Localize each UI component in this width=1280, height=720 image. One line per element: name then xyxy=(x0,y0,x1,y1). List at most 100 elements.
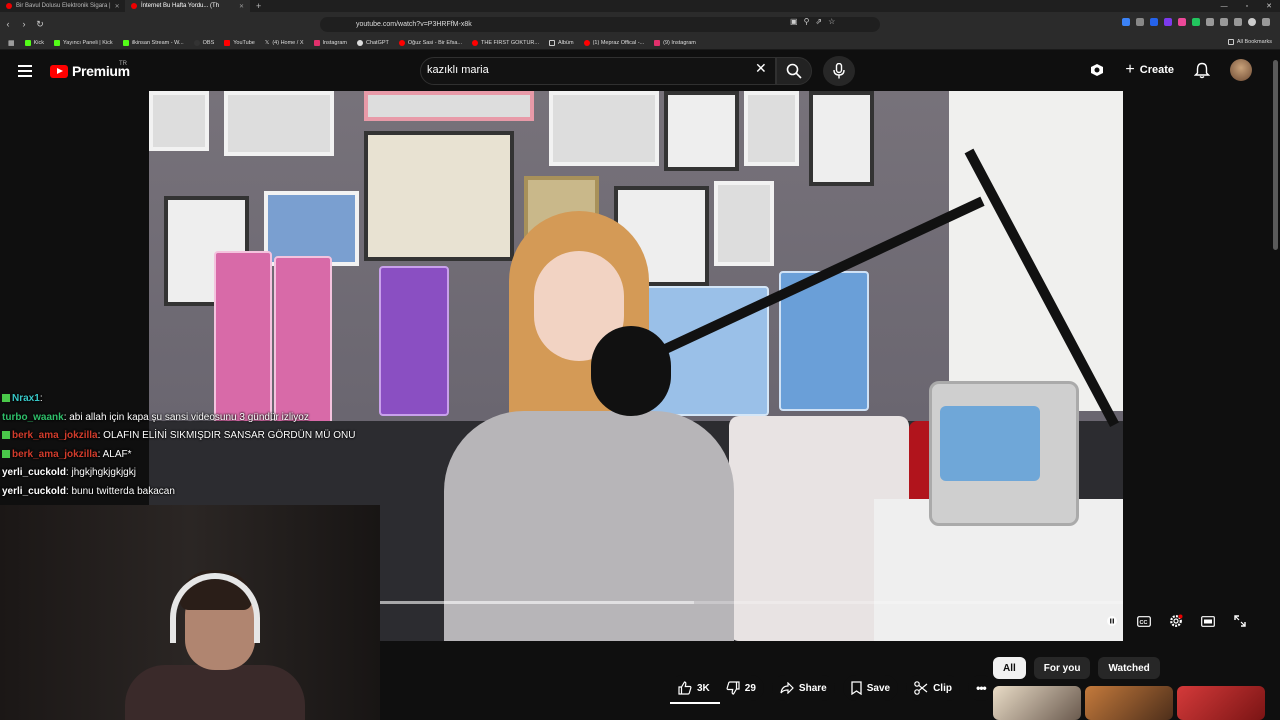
bookmark-folder[interactable]: Albüm xyxy=(548,39,574,46)
youtube-header: Premium TR ✕ + Create xyxy=(0,51,1280,91)
chip-for-you[interactable]: For you xyxy=(1033,657,1091,679)
bookmark-star-icon[interactable]: ☆ xyxy=(828,17,835,26)
bookmark-item[interactable]: ChatGPT xyxy=(356,39,389,46)
bookmark-item[interactable]: (9) Instagram xyxy=(654,39,696,46)
search-input[interactable] xyxy=(427,64,727,76)
chip-all[interactable]: All xyxy=(993,657,1026,679)
forward-icon[interactable]: › xyxy=(16,19,32,29)
video-thumbnail[interactable] xyxy=(993,686,1081,720)
chat-username: berk_ama_jokzilla xyxy=(12,448,98,460)
bookmark-item[interactable]: (1) Mepraz Offical -... xyxy=(583,39,644,46)
create-button[interactable]: + Create xyxy=(1125,61,1174,79)
reload-icon[interactable]: ↻ xyxy=(32,19,48,30)
settings-button[interactable] xyxy=(1169,614,1183,628)
extension-icon[interactable] xyxy=(1122,18,1130,26)
extension-icon[interactable] xyxy=(1178,18,1186,26)
extension-icon[interactable] xyxy=(1192,18,1200,26)
scissors-icon xyxy=(914,681,928,695)
all-bookmarks[interactable]: All Bookmarks xyxy=(1227,39,1272,45)
profile-icon[interactable] xyxy=(1248,18,1256,26)
more-actions-button[interactable]: ••• xyxy=(967,675,994,701)
browser-tab-active[interactable]: İnternet Bu Hafta Yordu... (Th ✕ xyxy=(125,0,250,12)
clip-button[interactable]: Clip xyxy=(906,675,960,701)
chat-text: abi allah için kapa şu sansi videosunu 3… xyxy=(69,411,309,423)
create-label: Create xyxy=(1139,64,1174,76)
region-code: TR xyxy=(119,61,127,67)
search-button[interactable] xyxy=(776,57,812,85)
menu-icon[interactable] xyxy=(1262,18,1270,26)
install-icon[interactable]: ▣ xyxy=(790,17,798,26)
close-tab-icon[interactable]: ✕ xyxy=(239,3,244,10)
pause-button[interactable] xyxy=(1105,614,1119,628)
bookmark-item[interactable]: Yayıncı Paneli | Kick xyxy=(54,39,113,46)
maximize-icon[interactable]: ▫ xyxy=(1246,3,1248,10)
bookmark-label: YouTube xyxy=(233,39,255,46)
menu-icon[interactable] xyxy=(18,65,32,77)
like-button[interactable]: 3K xyxy=(670,675,718,701)
video-frame xyxy=(224,91,334,156)
browser-tab-bar: Bir Bavul Dolusu Elektronik Sigara | ✕ İ… xyxy=(0,0,1280,12)
chat-username: yerli_cuckold xyxy=(2,467,66,478)
video-frame xyxy=(949,91,1123,411)
chat-message: berk_ama_jokzilla: OLAFIN ELİNİ SIKMIŞDI… xyxy=(2,427,382,446)
bookmark-item[interactable]: OBS xyxy=(193,39,214,46)
extension-icon[interactable] xyxy=(1164,18,1172,26)
chat-message: yerli_cuckold: bunu twitterda bakacan xyxy=(2,485,175,497)
voice-search-button[interactable] xyxy=(823,56,855,86)
minimize-icon[interactable]: — xyxy=(1221,3,1228,10)
dislike-button[interactable]: 29 xyxy=(717,675,764,701)
like-button-underline xyxy=(670,702,720,704)
fullscreen-button[interactable] xyxy=(1233,614,1247,628)
kick-icon xyxy=(122,39,129,46)
extension-icon[interactable] xyxy=(1150,18,1158,26)
bookmark-item[interactable]: Kick xyxy=(24,39,45,46)
apps-grid-icon[interactable]: ▦ xyxy=(8,39,15,47)
share-icon xyxy=(780,682,794,694)
chat-text: OLAFIN ELİNİ SIKMIŞDIR SANSAR GÖRDÜN MÜ … xyxy=(103,430,356,441)
avatar[interactable] xyxy=(1230,59,1252,81)
live-icon[interactable] xyxy=(1089,62,1105,78)
video-thumbnail[interactable] xyxy=(1085,686,1173,720)
video-frame xyxy=(809,91,874,186)
theater-mode-button[interactable] xyxy=(1201,614,1215,628)
youtube-play-icon xyxy=(50,64,68,78)
thumbs-down-icon xyxy=(726,681,740,695)
browser-tab[interactable]: Bir Bavul Dolusu Elektronik Sigara | ✕ xyxy=(0,0,125,12)
notifications-bell-icon[interactable] xyxy=(1194,62,1210,79)
subtitles-button[interactable]: CC xyxy=(1137,614,1151,628)
bookmark-item[interactable]: 𝕏 (4) Home / X xyxy=(265,40,304,46)
share-page-icon[interactable]: ⇗ xyxy=(815,17,822,26)
close-tab-icon[interactable]: ✕ xyxy=(115,3,120,10)
instagram-icon xyxy=(313,39,320,46)
extension-icon[interactable] xyxy=(1136,18,1144,26)
video-frame xyxy=(929,381,1079,526)
bookmark-item[interactable]: YouTube xyxy=(224,39,255,46)
bookmark-item[interactable]: Oğuz Sasi - Bir Efsa... xyxy=(398,39,462,46)
bookmark-item[interactable]: THE FIRST GOKTUR... xyxy=(472,39,539,46)
chip-watched[interactable]: Watched xyxy=(1098,657,1160,679)
tab-title: Bir Bavul Dolusu Elektronik Sigara | xyxy=(16,3,111,9)
bookmark-label: ilkinsan Stream - W... xyxy=(131,39,184,46)
clear-search-icon[interactable]: ✕ xyxy=(755,61,767,75)
bookmark-item[interactable]: Instagram xyxy=(313,39,347,46)
new-tab-icon[interactable]: + xyxy=(250,1,267,11)
video-thumbnail[interactable] xyxy=(1177,686,1265,720)
video-frame xyxy=(591,326,671,416)
search-icon xyxy=(786,63,802,79)
zoom-icon[interactable]: ⚲ xyxy=(804,17,810,26)
share-label: Share xyxy=(798,682,827,694)
bookmark-item[interactable]: ilkinsan Stream - W... xyxy=(122,39,184,46)
url-text: youtube.com/watch?v=P3HRFfM-x8k xyxy=(356,21,472,28)
close-window-icon[interactable]: ✕ xyxy=(1266,2,1272,10)
extension-icon[interactable] xyxy=(1234,18,1242,26)
save-button[interactable]: Save xyxy=(842,675,899,701)
youtube-logo[interactable]: Premium TR xyxy=(50,61,130,79)
bookmark-label: Kick xyxy=(33,39,45,46)
extension-icon[interactable] xyxy=(1220,18,1228,26)
extension-icon[interactable] xyxy=(1206,18,1214,26)
share-button[interactable]: Share xyxy=(771,675,835,701)
back-icon[interactable]: ‹ xyxy=(0,19,16,29)
bookmark-label: All Bookmarks xyxy=(1236,39,1272,45)
page-scrollbar[interactable] xyxy=(1273,60,1278,250)
plus-icon: + xyxy=(1125,61,1135,78)
